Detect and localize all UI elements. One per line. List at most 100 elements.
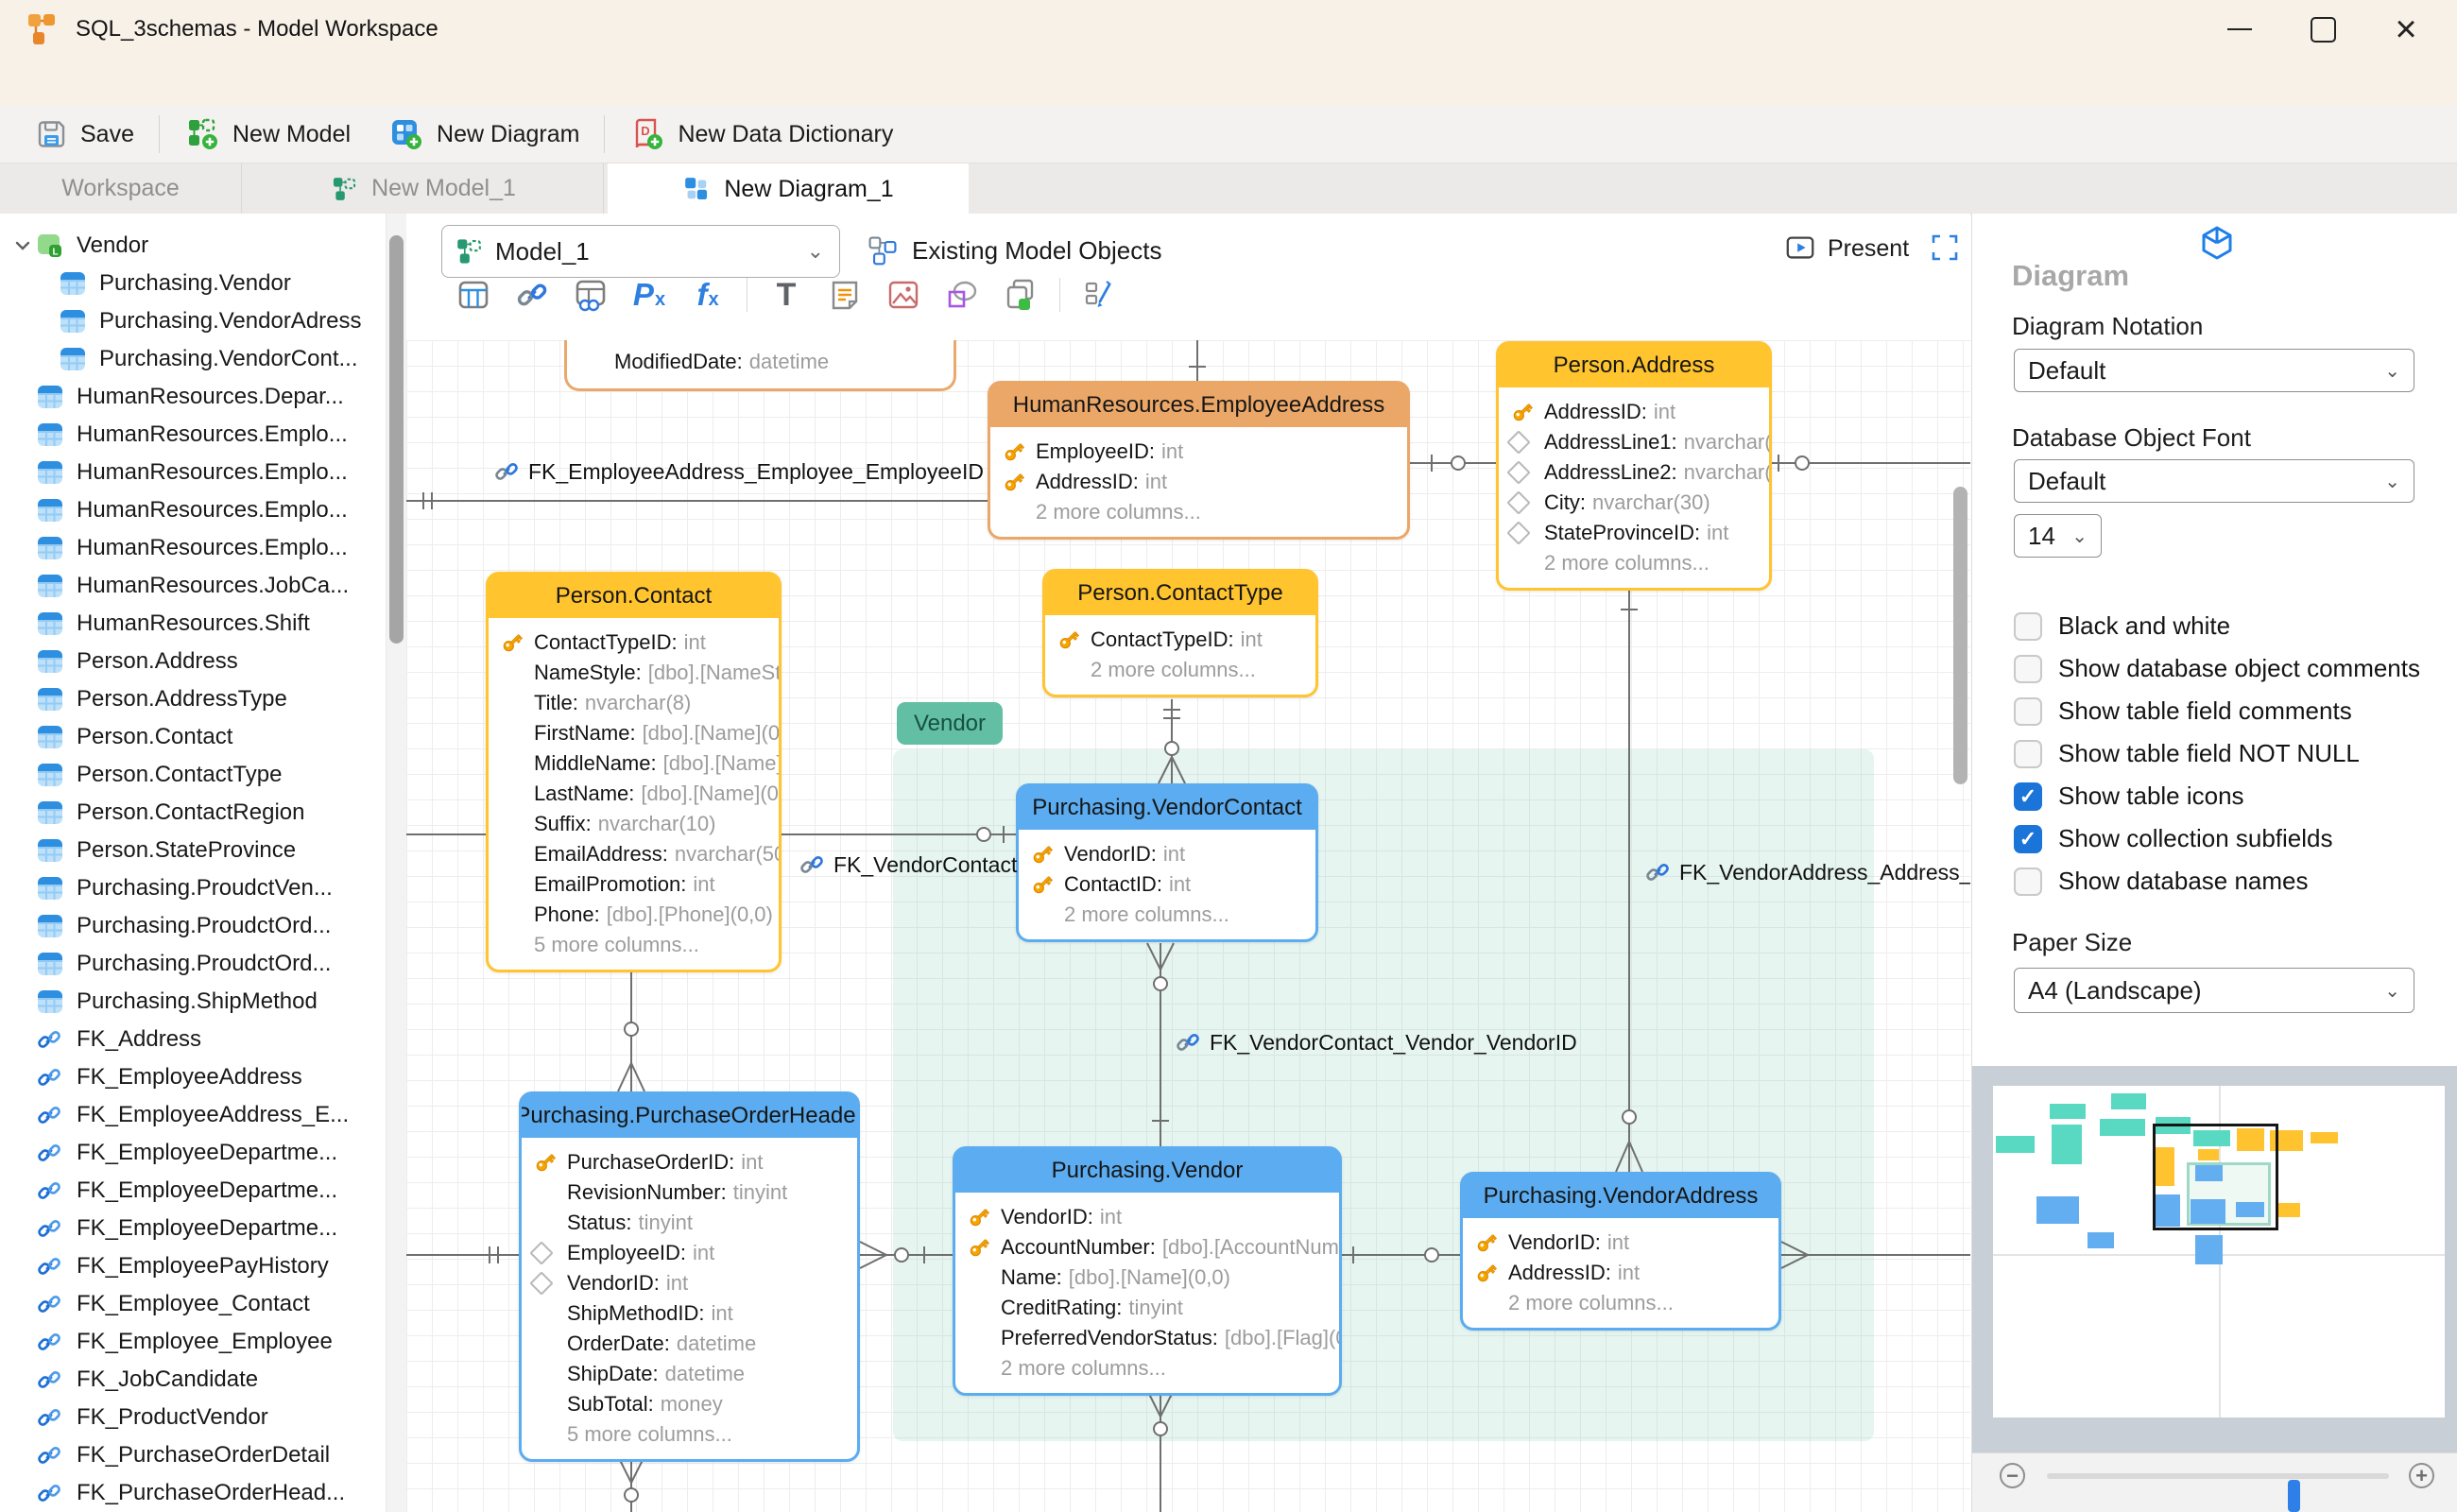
zoom-slider-track[interactable] — [2047, 1473, 2389, 1512]
new-data-dictionary-button[interactable]: D New Data Dictionary — [629, 116, 893, 152]
text-tool-icon[interactable]: T — [757, 277, 816, 314]
checkbox[interactable]: ✓ — [2014, 824, 2042, 853]
er-table[interactable]: Purchasing.VendorAddress VendorID: int A… — [1460, 1172, 1781, 1331]
add-function-tool-icon[interactable]: fx — [679, 277, 737, 313]
edit-fields-tool-icon[interactable] — [1070, 277, 1128, 313]
checkbox[interactable]: ✓ — [2014, 739, 2042, 768]
shape-tool-icon[interactable] — [933, 277, 991, 313]
sidebar-item[interactable]: FK_Employee_Employee — [0, 1323, 386, 1361]
minimap-page[interactable] — [1993, 1086, 2445, 1418]
sidebar-item[interactable]: Purchasing.VendorAdress — [0, 302, 386, 340]
sidebar-item[interactable]: HumanResources.Shift — [0, 605, 386, 643]
er-field-row[interactable]: EmployeeID: int — [522, 1238, 857, 1268]
object-font-select[interactable]: Default ⌄ — [2014, 459, 2414, 503]
sidebar-item[interactable]: Purchasing.ShipMethod — [0, 983, 386, 1021]
new-model-button[interactable]: New Model — [184, 116, 351, 152]
er-field-row[interactable]: PreferredVendorStatus: [dbo].[Flag](0,0) — [955, 1323, 1339, 1353]
tab-workspace[interactable]: Workspace — [0, 163, 242, 214]
er-field-row[interactable]: PurchaseOrderID: int — [522, 1147, 857, 1177]
er-field-row[interactable]: Title: nvarchar(8) — [489, 688, 779, 718]
fk-relationship-label[interactable]: FK_EmployeeAddress_Employee_EmployeeID — [493, 455, 984, 488]
zoom-in-button[interactable]: + — [2409, 1463, 2434, 1488]
er-field-row[interactable]: ContactTypeID: int — [1045, 625, 1315, 655]
more-columns-label[interactable]: 2 more columns... — [1463, 1288, 1778, 1318]
sidebar-item[interactable]: L Vendor — [0, 227, 386, 265]
er-field-row[interactable]: AddressID: int — [1463, 1258, 1778, 1288]
diagram-notation-select[interactable]: Default ⌄ — [2014, 349, 2414, 392]
zoom-slider-handle[interactable] — [2288, 1480, 2300, 1512]
sidebar-item[interactable]: Purchasing.ProudctOrd... — [0, 945, 386, 983]
sidebar-item[interactable]: Purchasing.VendorCont... — [0, 340, 386, 378]
er-table[interactable]: Person.Address AddressID: int AddressLin… — [1496, 341, 1772, 591]
diagram-grid[interactable]: ModifiedDate: datetime Vendor HumanResou… — [406, 340, 1970, 1512]
er-field-row[interactable]: StateProvinceID: int — [1499, 518, 1769, 548]
sidebar-item[interactable]: FK_JobCandidate — [0, 1361, 386, 1399]
er-table[interactable]: Purchasing.VendorContact VendorID: int C… — [1016, 783, 1318, 942]
fk-relationship-label[interactable]: FK_VendorAddress_Address_AddressID — [1644, 856, 1970, 888]
fk-relationship-label[interactable]: FK_VendorContact_Vendor_VendorID — [1175, 1026, 1577, 1058]
er-field-row[interactable]: SubTotal: money — [522, 1389, 857, 1419]
sidebar-item[interactable]: HumanResources.Emplo... — [0, 529, 386, 567]
add-view-tool-icon[interactable] — [561, 277, 620, 313]
sidebar-item[interactable]: HumanResources.Emplo... — [0, 416, 386, 454]
er-field-row[interactable]: VendorID: int — [1463, 1228, 1778, 1258]
sidebar-item[interactable]: FK_EmployeePayHistory — [0, 1247, 386, 1285]
er-field-row[interactable]: AddressLine1: nvarchar(... — [1499, 427, 1769, 457]
er-field-row[interactable]: ShipDate: datetime — [522, 1359, 857, 1389]
checkbox[interactable]: ✓ — [2014, 654, 2042, 683]
sidebar-item[interactable]: FK_PurchaseOrderHead... — [0, 1474, 386, 1512]
er-field-row[interactable]: ContactTypeID: int — [489, 627, 779, 658]
er-field-row[interactable]: Status: tinyint — [522, 1208, 857, 1238]
chevron-down-icon[interactable] — [9, 236, 36, 255]
er-field-row[interactable]: OrderDate: datetime — [522, 1329, 857, 1359]
er-field-row[interactable]: EmailAddress: nvarchar(50) — [489, 839, 779, 869]
settings-checkbox-row[interactable]: ✓ Show table field comments — [2014, 690, 2457, 732]
sidebar-item[interactable]: Purchasing.ProudctVen... — [0, 869, 386, 907]
add-procedure-tool-icon[interactable]: Px — [620, 277, 679, 313]
tab-new-model[interactable]: New Model_1 — [243, 163, 604, 214]
er-field-row[interactable]: VendorID: int — [1019, 839, 1315, 869]
er-field-row[interactable]: EmployeeID: int — [990, 437, 1407, 467]
er-field-row[interactable]: RevisionNumber: tinyint — [522, 1177, 857, 1208]
layout-tool-icon[interactable] — [991, 277, 1050, 313]
er-field-row[interactable]: NameStyle: [dbo].[NameSt... — [489, 658, 779, 688]
er-field-row[interactable]: VendorID: int — [522, 1268, 857, 1298]
paper-size-select[interactable]: A4 (Landscape) ⌄ — [2014, 968, 2414, 1013]
present-button[interactable]: Present — [1784, 229, 1909, 268]
vendor-schema-label[interactable]: Vendor — [897, 702, 1003, 745]
checkbox[interactable]: ✓ — [2014, 867, 2042, 896]
er-field-row[interactable]: Name: [dbo].[Name](0,0) — [955, 1263, 1339, 1293]
add-relationship-tool-icon[interactable] — [503, 278, 561, 312]
sidebar-item[interactable]: Person.ContactType — [0, 756, 386, 794]
sidebar-item[interactable]: FK_Employee_Contact — [0, 1285, 386, 1323]
er-field-row[interactable]: VendorID: int — [955, 1202, 1339, 1232]
er-field-row[interactable]: CreditRating: tinyint — [955, 1293, 1339, 1323]
sidebar-item[interactable]: HumanResources.Emplo... — [0, 454, 386, 491]
close-button[interactable]: × — [2364, 0, 2448, 59]
sidebar-item[interactable]: FK_EmployeeDepartme... — [0, 1210, 386, 1247]
sidebar-item[interactable]: FK_Address — [0, 1021, 386, 1058]
sidebar-item[interactable]: Person.StateProvince — [0, 832, 386, 869]
save-button[interactable]: Save — [34, 117, 134, 151]
er-field-row[interactable]: LastName: [dbo].[Name](0... — [489, 779, 779, 809]
settings-checkbox-row[interactable]: ✓ Show database names — [2014, 860, 2457, 902]
font-size-select[interactable]: 14 ⌄ — [2014, 514, 2102, 558]
sidebar-item[interactable]: FK_EmployeeAddress — [0, 1058, 386, 1096]
sidebar-item[interactable]: HumanResources.Emplo... — [0, 491, 386, 529]
settings-checkbox-row[interactable]: ✓ Show collection subfields — [2014, 817, 2457, 860]
checkbox[interactable]: ✓ — [2014, 782, 2042, 811]
canvas-scrollbar-thumb[interactable] — [1953, 487, 1967, 784]
new-diagram-button[interactable]: New Diagram — [388, 116, 579, 152]
settings-checkbox-row[interactable]: ✓ Black and white — [2014, 605, 2457, 647]
sidebar-scrollbar-thumb[interactable] — [389, 235, 404, 644]
er-table-partial[interactable]: ModifiedDate: datetime — [564, 340, 956, 391]
note-tool-icon[interactable] — [816, 277, 874, 313]
settings-checkbox-row[interactable]: ✓ Show table field NOT NULL — [2014, 732, 2457, 775]
maximize-button[interactable] — [2281, 0, 2364, 59]
er-field-row[interactable]: ContactID: int — [1019, 869, 1315, 900]
settings-checkbox-row[interactable]: ✓ Show database object comments — [2014, 647, 2457, 690]
zoom-out-button[interactable]: − — [2000, 1463, 2025, 1488]
more-columns-label[interactable]: 2 more columns... — [955, 1353, 1339, 1383]
fk-relationship-label[interactable]: FK_VendorContact — [799, 849, 1017, 881]
more-columns-label[interactable]: 2 more columns... — [1499, 548, 1769, 578]
